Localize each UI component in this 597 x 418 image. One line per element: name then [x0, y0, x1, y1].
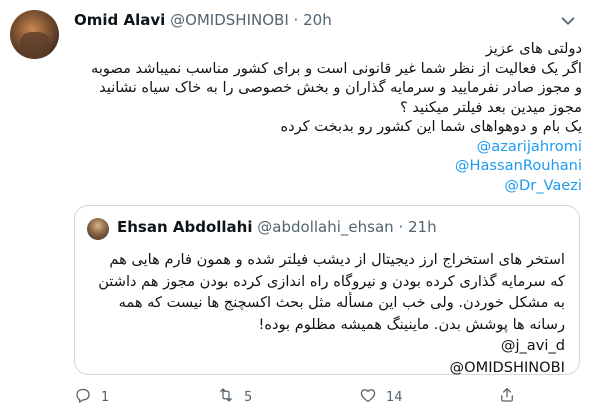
retweet-count: 5 [244, 389, 253, 405]
tweet-text: دولتی های عزیز اگر یک فعالیت از نظر شما … [74, 39, 582, 195]
tweet-line: مجوز میدین بعد فیلتر میکنید ؟ [400, 98, 582, 116]
quoted-author-handle: @abdollahi_ehsan [257, 218, 394, 236]
heart-icon [359, 386, 377, 408]
reply-count: 1 [101, 389, 110, 405]
author-name[interactable]: Omid Alavi [74, 11, 165, 29]
mention-link[interactable]: @Dr_Vaezi [504, 177, 582, 194]
quoted-mention: @OMIDSHINOBI [449, 358, 565, 376]
quoted-author-avatar [87, 218, 109, 240]
quoted-tweet-header: Ehsan Abdollahi @abdollahi_ehsan · 21h [117, 218, 437, 236]
tweet-line: دولتی های عزیز [485, 40, 582, 57]
tweet-line: یک بام و دوهواهای شما این کشور رو بدبخت … [280, 118, 582, 135]
mention-link[interactable]: @HassanRouhani [455, 157, 582, 174]
share-button[interactable] [498, 386, 516, 408]
quoted-mention: @j_avi_d [500, 337, 565, 354]
like-count: 14 [386, 389, 403, 405]
author-handle[interactable]: @OMIDSHINOBI [170, 11, 289, 29]
reply-icon [74, 386, 92, 408]
mention-link[interactable]: @azarijahromi [477, 138, 582, 155]
author-avatar[interactable] [10, 10, 59, 59]
retweet-button[interactable]: 5 [217, 386, 252, 408]
tweet-line: اگر یک فعالیت از نظر شما غیر قانونی است … [91, 59, 582, 77]
quoted-tweet-line: استخر های استخراج ارز دیجیتال از دیشب فی… [109, 251, 565, 268]
quoted-header-separator: · [398, 218, 404, 236]
tweet-actions: 1 5 14 [74, 384, 582, 410]
retweet-icon [217, 386, 235, 408]
tweet-header: Omid Alavi @OMIDSHINOBI · 20h [74, 11, 557, 29]
header-separator: · [293, 11, 299, 29]
quoted-tweet-timestamp: 21h [408, 218, 437, 236]
quoted-tweet-line: رسانه ها پوشش بدن. ماینینگ همیشه مظلوم ب… [258, 315, 565, 333]
reply-button[interactable]: 1 [74, 386, 109, 408]
tweet-line: و مجوز صادر نفرمایید و سرمایه گذاران و ب… [99, 79, 582, 96]
share-icon [498, 386, 516, 408]
chevron-down-icon[interactable] [557, 10, 579, 32]
like-button[interactable]: 14 [359, 386, 403, 408]
tweet-timestamp[interactable]: 20h [303, 11, 332, 29]
quoted-tweet-text: استخر های استخراج ارز دیجیتال از دیشب فی… [87, 249, 565, 378]
quoted-tweet-line: که سرمایه گذاری کرده بودن و نیروگاه راه … [98, 272, 565, 290]
quoted-tweet-line: به مشکل خوردن. ولی خب این مسأله مثل بحث … [118, 294, 565, 311]
quoted-author-name: Ehsan Abdollahi [117, 218, 253, 236]
quoted-tweet[interactable]: Ehsan Abdollahi @abdollahi_ehsan · 21h ا… [74, 205, 580, 378]
